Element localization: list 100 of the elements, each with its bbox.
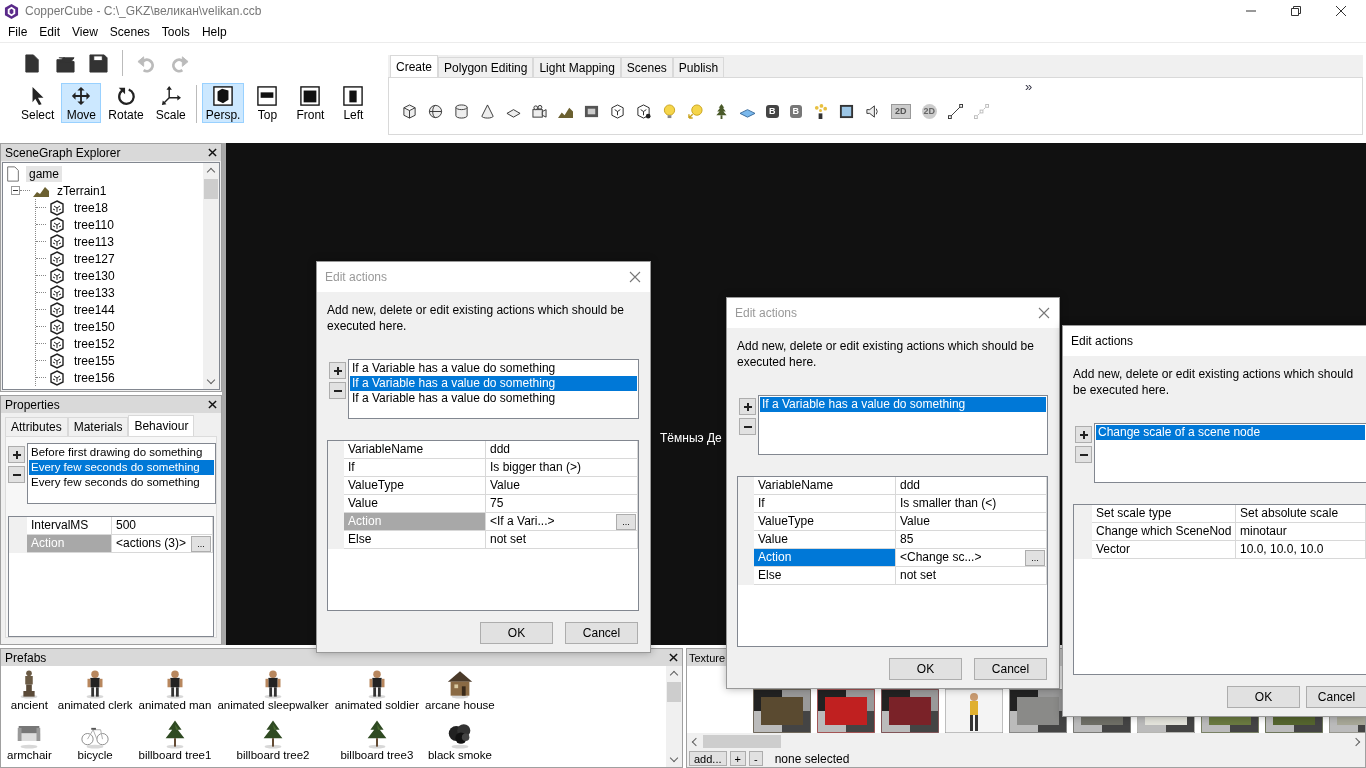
scrollbar[interactable] — [203, 163, 219, 389]
prefab-label[interactable]: bicycle — [77, 749, 113, 762]
plus-button[interactable]: + — [729, 751, 746, 766]
save-icon[interactable] — [89, 53, 108, 73]
particles-icon[interactable] — [813, 103, 828, 119]
tree-item[interactable]: game — [26, 165, 63, 182]
prefab-label[interactable]: armchair — [7, 749, 52, 762]
prefab-label[interactable]: black smoke — [427, 749, 492, 762]
menu-item[interactable]: Help — [195, 25, 233, 39]
property-name[interactable]: If — [754, 495, 896, 513]
cube-icon[interactable] — [636, 103, 651, 119]
list-item[interactable]: If a Variable has a value do something — [350, 391, 637, 406]
property-name[interactable]: Vector — [1092, 541, 1236, 559]
property-name[interactable]: Change which SceneNod — [1092, 523, 1236, 541]
prefab-label[interactable]: animated man — [138, 699, 212, 712]
view-button[interactable]: Front — [290, 83, 331, 123]
cube-icon[interactable] — [402, 103, 417, 119]
prefab-label[interactable]: animated sleepwalker — [217, 699, 329, 712]
ribbon-tab[interactable]: Light Mapping — [533, 57, 621, 77]
property-name[interactable]: VariableName — [344, 441, 486, 459]
prefab-label[interactable]: billboard tree1 — [138, 749, 212, 762]
close-icon[interactable] — [1336, 6, 1346, 16]
add-button[interactable] — [1075, 426, 1092, 443]
tool-button[interactable]: Rotate — [104, 83, 148, 123]
add-button[interactable] — [739, 398, 756, 415]
tree-item[interactable]: tree150 — [71, 318, 118, 335]
overlay-button[interactable]: 2D — [921, 103, 938, 119]
add-texture-button[interactable]: add... — [689, 751, 727, 766]
menu-item[interactable]: Edit — [33, 25, 67, 39]
prefab-label[interactable]: animated soldier — [334, 699, 420, 712]
add-button[interactable] — [329, 362, 346, 379]
ribbon-tab[interactable]: Publish — [672, 57, 725, 77]
menu-item[interactable]: Scenes — [103, 25, 156, 39]
dialog-button[interactable]: OK — [480, 622, 553, 644]
billboard-button[interactable]: B — [789, 104, 802, 118]
close-icon[interactable] — [208, 148, 217, 157]
sphere-icon[interactable] — [428, 103, 443, 119]
add-button[interactable] — [8, 446, 25, 463]
remove-button[interactable] — [329, 382, 346, 399]
prefab-label[interactable]: ancient — [10, 699, 48, 712]
tree-item[interactable]: zTerrain1 — [54, 182, 110, 199]
dialog-button[interactable]: Cancel — [565, 622, 638, 644]
cylinder-icon[interactable] — [454, 103, 469, 119]
list-item[interactable]: Every few seconds do something — [29, 475, 214, 490]
close-icon[interactable] — [669, 653, 678, 662]
tool-button[interactable]: Move — [61, 83, 102, 123]
view-button[interactable]: Persp. — [201, 83, 245, 123]
prefab-label[interactable]: billboard tree3 — [340, 749, 414, 762]
remove-button[interactable] — [739, 418, 756, 435]
property-name[interactable]: If — [344, 459, 486, 477]
list-item[interactable]: If a Variable has a value do something — [350, 376, 637, 391]
scrollbar[interactable] — [666, 666, 682, 767]
property-name[interactable]: Else — [754, 567, 896, 585]
camera-icon[interactable] — [532, 103, 547, 119]
more-chevron[interactable]: » — [1025, 79, 1033, 94]
property-name[interactable]: Action — [754, 549, 896, 567]
restore-icon[interactable] — [1291, 6, 1301, 16]
properties-tab[interactable]: Attributes — [5, 417, 68, 436]
ribbon-tab[interactable]: Polygon Editing — [438, 57, 534, 77]
ribbon-tab[interactable]: Scenes — [620, 57, 673, 77]
tree-item[interactable]: tree113 — [71, 233, 117, 250]
tree-icon[interactable] — [714, 103, 729, 119]
view-button[interactable]: Left — [333, 83, 374, 123]
dialog-button[interactable]: OK — [1227, 686, 1300, 708]
new-file-icon[interactable] — [23, 53, 42, 73]
tree-item[interactable]: tree18 — [71, 199, 112, 216]
menu-item[interactable]: File — [2, 25, 34, 39]
list-item[interactable]: If a Variable has a value do something — [350, 361, 637, 376]
cube-icon[interactable] — [610, 103, 625, 119]
view-button[interactable]: Top — [247, 83, 288, 123]
cone-icon[interactable] — [480, 103, 495, 119]
tree-item[interactable]: tree133 — [71, 284, 118, 301]
menu-item[interactable]: View — [66, 25, 104, 39]
ellipsis-button[interactable]: ... — [191, 535, 211, 552]
billboard-button[interactable]: B — [766, 104, 779, 118]
menu-item[interactable]: Tools — [155, 25, 196, 39]
remove-button[interactable] — [8, 466, 25, 483]
speaker-icon[interactable] — [865, 103, 880, 119]
list-item[interactable]: If a Variable has a value do something — [760, 397, 1046, 412]
tree-item[interactable]: tree156 — [71, 369, 118, 386]
property-name[interactable]: Set scale type — [1092, 505, 1236, 523]
properties-tab[interactable]: Materials — [67, 417, 129, 436]
tree-item[interactable]: tree130 — [71, 267, 118, 284]
collapse-toggle[interactable] — [11, 186, 20, 195]
box-frame-icon[interactable] — [584, 103, 599, 119]
remove-button[interactable] — [1075, 446, 1092, 463]
dialog-button[interactable]: Cancel — [974, 658, 1047, 680]
prefab-label[interactable]: animated clerk — [57, 699, 133, 712]
list-item[interactable]: Every few seconds do something — [29, 460, 214, 475]
dialog-button[interactable]: OK — [889, 658, 962, 680]
properties-tab[interactable]: Behaviour — [128, 415, 195, 436]
close-icon[interactable] — [208, 400, 217, 409]
path-icon[interactable] — [948, 103, 964, 119]
ellipsis-button[interactable]: ... — [616, 513, 636, 530]
tree-item[interactable]: tree127 — [71, 250, 118, 267]
list-item[interactable]: Before first drawing do something — [29, 445, 214, 460]
ellipsis-button[interactable]: ... — [1025, 549, 1045, 566]
tree-item[interactable]: tree110 — [71, 216, 117, 233]
prefab-label[interactable]: arcane house — [425, 699, 495, 712]
tool-button[interactable]: Scale — [150, 83, 191, 123]
